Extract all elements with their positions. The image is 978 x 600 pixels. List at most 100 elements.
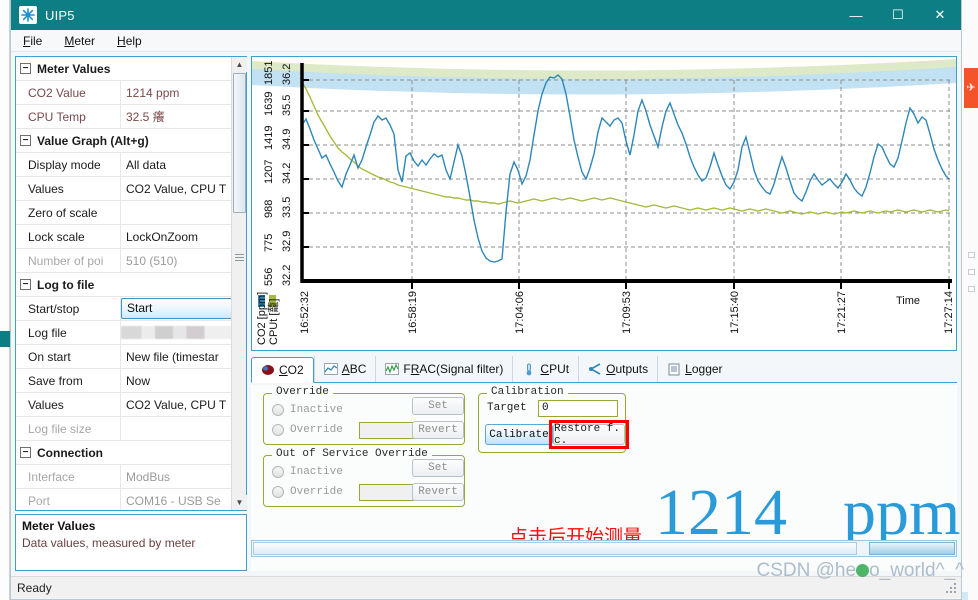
oos-inactive-row[interactable]: Inactive — [272, 462, 343, 482]
row-zero-of-scale[interactable]: Zero of scale — [16, 200, 246, 225]
override-inactive-row[interactable]: Inactive — [272, 400, 343, 420]
property-grid-scrollbar[interactable]: ▲ ▼ — [231, 57, 247, 510]
collapse-icon[interactable]: − — [20, 279, 31, 290]
svg-text:988: 988 — [263, 200, 275, 218]
row-save-from[interactable]: Save from Now — [16, 368, 246, 393]
override-group: Override Inactive Override Set Revert — [263, 386, 465, 445]
row-label: CO2 Value — [28, 85, 86, 100]
row-label: Log file size — [28, 421, 92, 436]
svg-text:17:21:27: 17:21:27 — [836, 291, 848, 334]
status-text: Ready — [17, 580, 52, 595]
start-stop-button[interactable]: Start — [121, 297, 244, 319]
svg-text:36.2: 36.2 — [281, 64, 293, 85]
collapse-icon[interactable]: − — [20, 447, 31, 458]
collapse-icon[interactable]: − — [20, 63, 31, 74]
watermark-dot-icon — [856, 564, 870, 577]
row-start-stop[interactable]: Start/stop Start — [16, 296, 246, 321]
svg-text:16:58:19: 16:58:19 — [407, 291, 419, 334]
scroll-down-icon[interactable]: ▼ — [232, 495, 247, 510]
row-value: Now — [120, 368, 246, 393]
radio-icon[interactable] — [272, 486, 284, 498]
row-graph-values[interactable]: Values CO2 Value, CPU T — [16, 176, 246, 201]
tab-label: ABC — [341, 362, 367, 376]
maximize-button[interactable]: ☐ — [877, 0, 919, 30]
category-label: Value Graph (Alt+g) — [37, 133, 149, 148]
radio-icon[interactable] — [272, 466, 284, 478]
override-active-row[interactable]: Override — [272, 420, 343, 440]
row-value: 32.5 癢 — [120, 104, 246, 129]
row-label: Values — [28, 397, 64, 412]
row-value: 510 (510) — [120, 248, 246, 273]
log-file-path-redacted[interactable] — [121, 325, 234, 339]
tab-cput[interactable]: CPUt — [512, 356, 578, 382]
value-graph-chart[interactable]: 1851 1639 1419 1207 988 775 556 36.2 35.… — [251, 56, 957, 351]
menu-help[interactable]: Help — [117, 34, 142, 48]
category-log-to-file[interactable]: − Log to file — [16, 273, 246, 297]
tab-outputs[interactable]: Outputs — [578, 356, 657, 382]
close-button[interactable]: ✕ — [919, 0, 961, 30]
row-log-file[interactable]: Log file — [16, 320, 246, 345]
category-connection[interactable]: − Connection — [16, 441, 246, 465]
scrollbar-grip-icon — [235, 252, 244, 261]
category-value-graph[interactable]: − Value Graph (Alt+g) — [16, 129, 246, 153]
svg-text:556: 556 — [263, 268, 275, 286]
oos-set-button[interactable]: Set — [412, 459, 464, 477]
row-log-file-size: Log file size — [16, 416, 246, 441]
row-label: Port — [28, 493, 51, 508]
row-label: Zero of scale — [28, 205, 98, 220]
radio-icon[interactable] — [272, 424, 284, 436]
tab-abc[interactable]: ABC — [313, 356, 376, 382]
row-label: Log file — [28, 325, 67, 340]
svg-text:34.9: 34.9 — [281, 129, 293, 150]
hscrollbar-track-right[interactable] — [869, 542, 955, 555]
tab-label: Logger — [685, 362, 723, 376]
svg-text:17:09:53: 17:09:53 — [621, 291, 633, 334]
menu-meter-mnemonic: M — [64, 33, 75, 48]
hscrollbar-thumb[interactable] — [253, 542, 857, 555]
category-meter-values[interactable]: − Meter Values — [16, 57, 246, 81]
row-lock-scale[interactable]: Lock scale LockOnZoom — [16, 224, 246, 249]
radio-icon[interactable] — [272, 404, 284, 416]
override-revert-button[interactable]: Revert — [412, 421, 464, 439]
menu-meter[interactable]: Meter — [64, 34, 95, 48]
row-co2-value[interactable]: CO2 Value 1214 ppm — [16, 80, 246, 105]
background-badge: ✈ — [964, 68, 978, 108]
scroll-up-icon[interactable]: ▲ — [232, 57, 247, 72]
calibration-target-input[interactable]: 0 — [538, 400, 618, 417]
row-log-values[interactable]: Values CO2 Value, CPU T — [16, 392, 246, 417]
row-value: LockOnZoom — [120, 224, 246, 249]
property-grid[interactable]: − Meter Values CO2 Value 1214 ppm CPU Te… — [15, 56, 247, 511]
chart-line-icon — [323, 362, 338, 376]
scrollbar-thumb[interactable] — [233, 73, 246, 213]
background-window-left — [0, 0, 10, 600]
oos-active-row[interactable]: Override — [272, 482, 343, 502]
row-port: Port COM16 - USB Se — [16, 488, 246, 510]
watermark-prefix: CSDN @he — [756, 560, 857, 581]
row-on-start[interactable]: On start New file (timestar — [16, 344, 246, 369]
background-right-text: □□□ — [966, 250, 977, 301]
row-display-mode[interactable]: Display mode All data — [16, 152, 246, 177]
resize-grip-icon[interactable] — [946, 583, 958, 595]
tab-frac[interactable]: FRAC(Signal filter) — [375, 356, 512, 382]
tab-label: Outputs — [606, 362, 649, 376]
window-title: UIP5 — [45, 7, 75, 23]
svg-text:1207: 1207 — [263, 160, 275, 184]
tab-co2[interactable]: CO2 — [251, 357, 314, 383]
row-cpu-temp[interactable]: CPU Temp 32.5 癢 — [16, 104, 246, 129]
row-label: Save from — [28, 373, 83, 388]
calibration-group-label: Calibration — [487, 386, 568, 398]
oos-revert-button[interactable]: Revert — [412, 483, 464, 501]
override-set-button[interactable]: Set — [412, 397, 464, 415]
svg-text:CO2 [ppm]: CO2 [ppm] — [256, 292, 268, 345]
minimize-button[interactable]: — — [835, 0, 877, 30]
menu-file[interactable]: File — [23, 34, 42, 48]
content-area: 1851 1639 1419 1207 988 775 556 36.2 35.… — [251, 56, 960, 571]
collapse-icon[interactable]: − — [20, 135, 31, 146]
row-value: CO2 Value, CPU T — [120, 176, 246, 201]
calibrate-button[interactable]: Calibrate — [485, 424, 553, 445]
row-value-cell: Start — [120, 296, 246, 321]
tab-logger[interactable]: Logger — [657, 356, 731, 382]
horizontal-scrollbar[interactable] — [251, 540, 957, 557]
row-label: Number of poi — [28, 253, 104, 268]
co2-sphere-icon — [261, 364, 275, 377]
